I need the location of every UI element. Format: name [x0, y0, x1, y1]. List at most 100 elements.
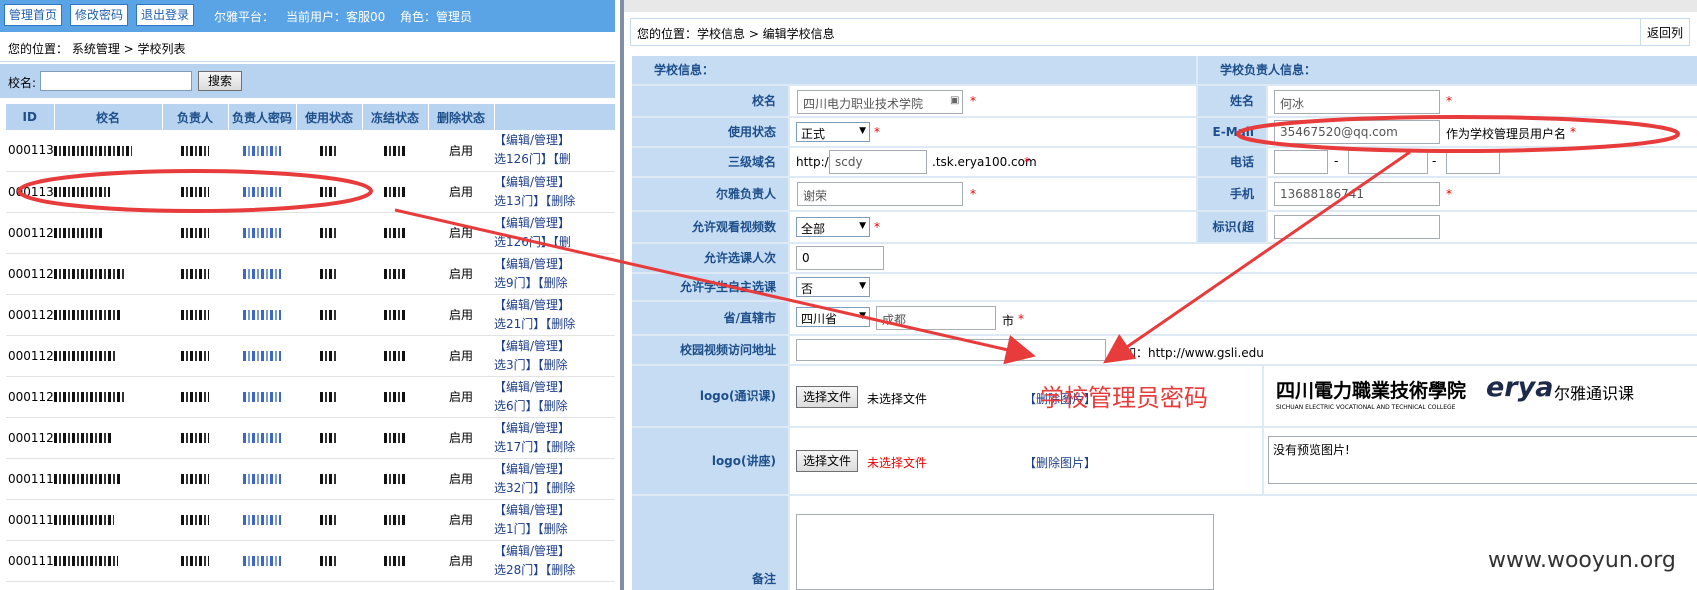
table-row[interactable]: 000112 启用 【编辑/管理】 选9门】【删除: [6, 253, 615, 295]
choose-file-button[interactable]: 选择文件: [796, 386, 859, 408]
row-owner-password: [228, 417, 296, 459]
row-owner: [162, 499, 228, 541]
course-delete-link[interactable]: 选9门】【删除: [494, 274, 615, 293]
row-freeze-status: [362, 253, 428, 295]
course-delete-link[interactable]: 选32门】【删除: [494, 479, 615, 498]
row-actions[interactable]: 【编辑/管理】 选17门】【删除: [494, 417, 615, 459]
mobile-input[interactable]: 13688186741: [1274, 182, 1440, 206]
row-actions[interactable]: 【编辑/管理】 选13门】【删除: [494, 171, 615, 213]
change-password-button[interactable]: 修改密码: [70, 4, 128, 26]
course-delete-link[interactable]: 选21门】【删除: [494, 315, 615, 334]
top-nav-bar: 管理首页 修改密码 退出登录 尔雅平台： 当前用户：客服00 角色：管理员: [0, 0, 615, 32]
table-row[interactable]: 000112 启用 【编辑/管理】 选126门】【删: [6, 212, 615, 254]
province-select[interactable]: 四川省: [796, 307, 870, 327]
edit-manage-link[interactable]: 【编辑/管理】: [494, 337, 615, 356]
edit-manage-link[interactable]: 【编辑/管理】: [494, 501, 615, 520]
edit-manage-link[interactable]: 【编辑/管理】: [494, 255, 615, 274]
table-row[interactable]: 000111 启用 【编辑/管理】 选32门】【删除: [6, 458, 615, 500]
course-delete-link[interactable]: 选6门】【删除: [494, 397, 615, 416]
delete-image-link[interactable]: 【删除图片】: [1024, 454, 1096, 471]
row-id: 000112: [6, 253, 54, 295]
table-row[interactable]: 000111 启用 【编辑/管理】 选1门】【删除: [6, 499, 615, 541]
row-use-status: [296, 499, 362, 541]
flag-input[interactable]: [1274, 215, 1440, 239]
table-row[interactable]: 000112 启用 【编辑/管理】 选17门】【删除: [6, 417, 615, 459]
video-count-select[interactable]: 全部: [796, 217, 870, 237]
required-mark: *: [1446, 187, 1452, 201]
logout-button[interactable]: 退出登录: [136, 4, 194, 26]
edit-manage-link[interactable]: 【编辑/管理】: [494, 131, 615, 150]
status-select[interactable]: 正式: [796, 122, 870, 142]
required-mark: *: [874, 220, 880, 234]
row-freeze-status: [362, 130, 428, 172]
edit-manage-link[interactable]: 【编辑/管理】: [494, 378, 615, 397]
course-delete-link[interactable]: 选17门】【删除: [494, 438, 615, 457]
edit-manage-link[interactable]: 【编辑/管理】: [494, 214, 615, 233]
email-input[interactable]: 35467520@qq.com: [1274, 120, 1440, 144]
search-button[interactable]: 搜索: [198, 71, 242, 91]
row-actions[interactable]: 【编辑/管理】 选21门】【删除: [494, 294, 615, 336]
course-count-input[interactable]: 0: [796, 246, 884, 270]
row-owner: [162, 540, 228, 582]
phone-number-input[interactable]: [1348, 150, 1428, 174]
row-actions[interactable]: 【编辑/管理】 选32门】【删除: [494, 458, 615, 500]
self-select-select[interactable]: 否: [796, 277, 870, 297]
table-row[interactable]: 000113 启用 【编辑/管理】 选126门】【删: [6, 130, 615, 172]
row-delete-status: 启用: [428, 335, 494, 377]
row-freeze-status: [362, 499, 428, 541]
course-delete-link[interactable]: 选28门】【删除: [494, 561, 615, 580]
school-name-input[interactable]: 四川电力职业技术学院: [797, 90, 963, 114]
phone-ext-input[interactable]: [1446, 150, 1500, 174]
table-row[interactable]: 000112 启用 【编辑/管理】 选3门】【删除: [6, 335, 615, 377]
row-owner-password: [228, 540, 296, 582]
edit-manage-link[interactable]: 【编辑/管理】: [494, 296, 615, 315]
edit-manage-link[interactable]: 【编辑/管理】: [494, 419, 615, 438]
row-actions[interactable]: 【编辑/管理】 选9门】【删除: [494, 253, 615, 295]
choose-file-button[interactable]: 选择文件: [796, 450, 859, 472]
subdomain-input[interactable]: scdy: [829, 150, 927, 174]
course-delete-link[interactable]: 选126门】【删: [494, 233, 615, 252]
erya-logo-cn: 尔雅通识课: [1554, 384, 1635, 403]
edit-manage-link[interactable]: 【编辑/管理】: [494, 173, 615, 192]
phone-label: 电话: [1198, 148, 1266, 176]
city-input[interactable]: 成都: [876, 306, 996, 330]
row-actions[interactable]: 【编辑/管理】 选3门】【删除: [494, 335, 615, 377]
home-button[interactable]: 管理首页: [4, 4, 62, 26]
back-to-list-link[interactable]: 返回列: [1639, 19, 1683, 45]
table-row[interactable]: 000111 启用 【编辑/管理】 选28门】【删除: [6, 540, 615, 582]
course-delete-link[interactable]: 选3门】【删除: [494, 356, 615, 375]
row-delete-status: 启用: [428, 171, 494, 213]
row-actions[interactable]: 【编辑/管理】 选126门】【删: [494, 212, 615, 254]
edit-manage-link[interactable]: 【编辑/管理】: [494, 542, 615, 561]
table-row[interactable]: 000112 启用 【编辑/管理】 选6门】【删除: [6, 376, 615, 418]
course-delete-link[interactable]: 选13门】【删除: [494, 192, 615, 211]
id-card-icon: ▣: [950, 95, 960, 106]
search-label: 校名:: [8, 76, 37, 90]
edit-manage-link[interactable]: 【编辑/管理】: [494, 460, 615, 479]
erya-owner-input[interactable]: 谢荣: [797, 182, 963, 206]
row-actions[interactable]: 【编辑/管理】 选6门】【删除: [494, 376, 615, 418]
table-row[interactable]: 000112 启用 【编辑/管理】 选21门】【删除: [6, 294, 615, 336]
course-delete-link[interactable]: 选1门】【删除: [494, 520, 615, 539]
row-owner-password: [228, 335, 296, 377]
school-name-search-input[interactable]: [40, 71, 192, 91]
course-delete-link[interactable]: 选126门】【删: [494, 150, 615, 169]
table-row[interactable]: 000113 启用 【编辑/管理】 选13门】【删除: [6, 171, 615, 213]
row-school-name: [54, 335, 162, 377]
row-actions[interactable]: 【编辑/管理】 选126门】【删: [494, 130, 615, 172]
email-note: 作为学校管理员用户名: [1446, 127, 1567, 141]
video-url-input[interactable]: [796, 339, 1106, 361]
row-actions[interactable]: 【编辑/管理】 选28门】【删除: [494, 540, 615, 582]
no-file-text: 未选择文件: [867, 392, 928, 406]
required-mark: *: [970, 187, 976, 201]
row-school-name: [54, 294, 162, 336]
row-id: 000111: [6, 499, 54, 541]
row-actions[interactable]: 【编辑/管理】 选1门】【删除: [494, 499, 615, 541]
row-id: 000113: [6, 130, 54, 172]
row-use-status: [296, 417, 362, 459]
contact-name-input[interactable]: 何冰: [1274, 90, 1440, 114]
phone-area-input[interactable]: [1274, 150, 1328, 174]
row-owner-password: [228, 376, 296, 418]
required-mark: *: [1446, 94, 1452, 108]
remark-textarea[interactable]: [796, 514, 1214, 590]
